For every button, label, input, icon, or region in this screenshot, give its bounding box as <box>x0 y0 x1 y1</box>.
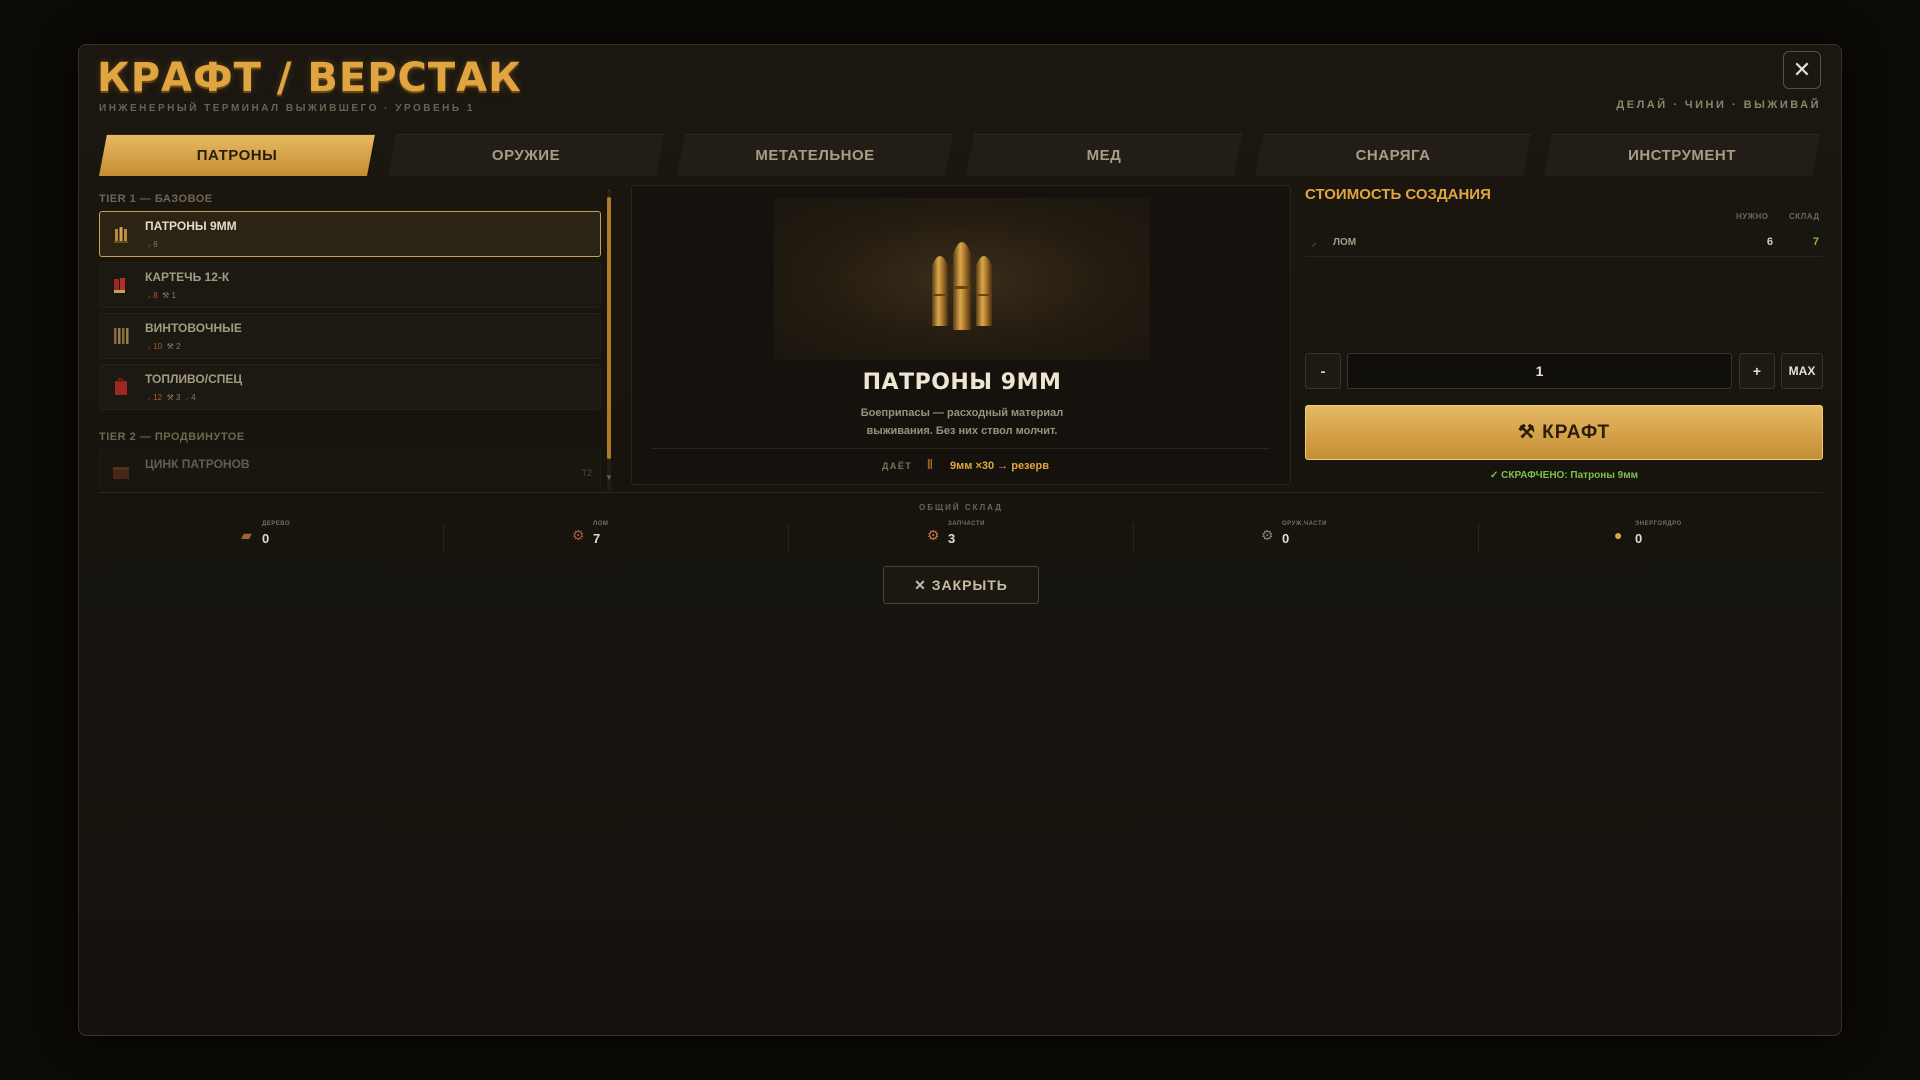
storage-item-parts: ⚙ ЗАПЧАСТИ 3 <box>927 521 985 546</box>
storage-item-wood: ▰ ДЕРЕВО 0 <box>241 521 291 546</box>
recipe-cost: ⸝ 12 ⚒ 3 ⸝ 4 <box>147 393 196 402</box>
tier-1-heading: TIER 1 — БАЗОВОЕ <box>99 193 213 205</box>
recipe-item-locked[interactable]: ЦИНК ПАТРОНОВ Т2 <box>99 449 601 487</box>
quantity-increment-button[interactable]: + <box>1739 353 1775 389</box>
craft-modal: КРАФТ / ВЕРСТАК ИНЖЕНЕРНЫЙ ТЕРМИНАЛ ВЫЖИ… <box>78 44 1842 1036</box>
quantity-decrement-button[interactable]: - <box>1305 353 1341 389</box>
recipe-item[interactable]: ВИНТОВОЧНЫЕ ⸝ 10 ⚒ 2 <box>99 313 601 359</box>
page-title: КРАФТ / ВЕРСТАК <box>97 55 522 101</box>
yields-value: 9мм ×30 → резерв <box>950 460 1049 472</box>
recipe-item[interactable]: ПАТРОНЫ 9ММ ⸝ 6 <box>99 211 601 257</box>
tab-tools[interactable]: ИНСТРУМЕНТ <box>1544 134 1820 176</box>
recipe-cost: ⸝ 8 ⚒ 1 <box>147 291 176 300</box>
fuel-can-icon <box>110 376 132 398</box>
recipe-list: TIER 1 — БАЗОВОЕ ПАТРОНЫ 9ММ ⸝ 6 КАРТЕЧЬ… <box>99 187 601 487</box>
craft-status: ✓ СКРАФЧЕНО: Патроны 9мм <box>1489 470 1639 481</box>
item-description: Боеприпасы — расходный материал выживани… <box>860 407 1064 437</box>
recipe-name: ПАТРОНЫ 9ММ <box>145 219 237 233</box>
tier-2-heading: TIER 2 — ПРОДВИНУТОЕ <box>99 431 245 443</box>
gear-parts-icon: ⚙ <box>927 527 940 543</box>
item-name: ПАТРОНЫ 9ММ <box>862 370 1062 395</box>
divider <box>99 492 1823 493</box>
recipe-name: ТОПЛИВО/СПЕЦ <box>145 372 243 386</box>
energy-core-icon: ● <box>1614 527 1623 543</box>
motto: ДЕЛАЙ · ЧИНИ · ВЫЖИВАЙ <box>1616 99 1821 111</box>
wood-icon: ▰ <box>241 527 252 543</box>
storage-item-weapon-parts: ⚙ ОРУЖ.ЧАСТИ 0 <box>1261 521 1327 546</box>
recipe-item[interactable]: ТОПЛИВО/СПЕЦ ⸝ 12 ⚒ 3 ⸝ 4 <box>99 364 601 410</box>
category-tabs: ПАТРОНЫ ОРУЖИЕ МЕТАТЕЛЬНОЕ МЕД СНАРЯГА И… <box>99 134 1823 176</box>
weapon-parts-icon: ⚙ <box>1261 527 1274 543</box>
close-button[interactable]: ✕ ЗАКРЫТЬ <box>883 566 1039 604</box>
bullets-icon <box>110 223 132 245</box>
item-preview: ПАТРОНЫ 9ММ Боеприпасы — расходный матер… <box>631 185 1291 485</box>
recipe-name: ЦИНК ПАТРОНОВ <box>145 457 250 471</box>
close-icon[interactable]: ✕ <box>1783 51 1821 89</box>
col-have-header: СКЛАД <box>1789 212 1820 221</box>
storage-heading: ОБЩИЙ СКЛАД <box>919 503 1003 512</box>
recipe-name: ВИНТОВОЧНЫЕ <box>145 321 242 335</box>
craft-button[interactable]: ⚒ КРАФТ <box>1305 405 1823 460</box>
needed-amount: 6 <box>1766 236 1773 248</box>
cost-row: ⸝ ЛОМ 6 7 <box>1305 231 1823 257</box>
quantity-max-button[interactable]: MAX <box>1781 353 1823 389</box>
scrap-icon: ⸝ <box>1311 237 1317 249</box>
yields-label: ДАЁТ <box>882 461 913 471</box>
recipe-name: КАРТЕЧЬ 12-К <box>145 270 230 284</box>
col-need-header: НУЖНО <box>1736 212 1769 221</box>
bullets-icon: ⦀ <box>927 457 933 472</box>
recipe-cost: ⸝ 6 <box>147 240 158 249</box>
scrollbar-thumb[interactable] <box>607 197 611 459</box>
tab-throwables[interactable]: МЕТАТЕЛЬНОЕ <box>677 134 953 176</box>
stock-amount: 7 <box>1812 236 1819 248</box>
bullets-icon <box>932 242 992 330</box>
shells-icon <box>110 274 132 296</box>
tab-weapons[interactable]: ОРУЖИЕ <box>388 134 664 176</box>
divider <box>652 448 1270 449</box>
page-subtitle: ИНЖЕНЕРНЫЙ ТЕРМИНАЛ ВЫЖИВШЕГО · УРОВЕНЬ … <box>99 103 475 114</box>
tab-medical[interactable]: МЕД <box>966 134 1242 176</box>
cost-title: СТОИМОСТЬ СОЗДАНИЯ <box>1305 186 1491 203</box>
tier-badge: Т2 <box>581 468 592 478</box>
scroll-down-arrow[interactable]: ▼ <box>605 473 613 482</box>
quantity-input[interactable]: 1 <box>1347 353 1732 389</box>
scrap-icon: ⚙ <box>572 527 585 543</box>
recipe-item[interactable]: КАРТЕЧЬ 12-К ⸝ 8 ⚒ 1 <box>99 262 601 308</box>
resource-name: ЛОМ <box>1333 237 1357 248</box>
tab-ammo[interactable]: ПАТРОНЫ <box>99 134 375 176</box>
storage-item-scrap: ⚙ ЛОМ 7 <box>572 521 609 546</box>
tab-gear[interactable]: СНАРЯГА <box>1255 134 1531 176</box>
rifle-rounds-icon <box>110 325 132 347</box>
ammo-crate-icon <box>110 461 132 483</box>
item-image <box>774 198 1150 360</box>
storage-item-energy-core: ● ЭНЕРГОЯДРО 0 <box>1614 521 1682 546</box>
recipe-cost: ⸝ 10 ⚒ 2 <box>147 342 181 351</box>
